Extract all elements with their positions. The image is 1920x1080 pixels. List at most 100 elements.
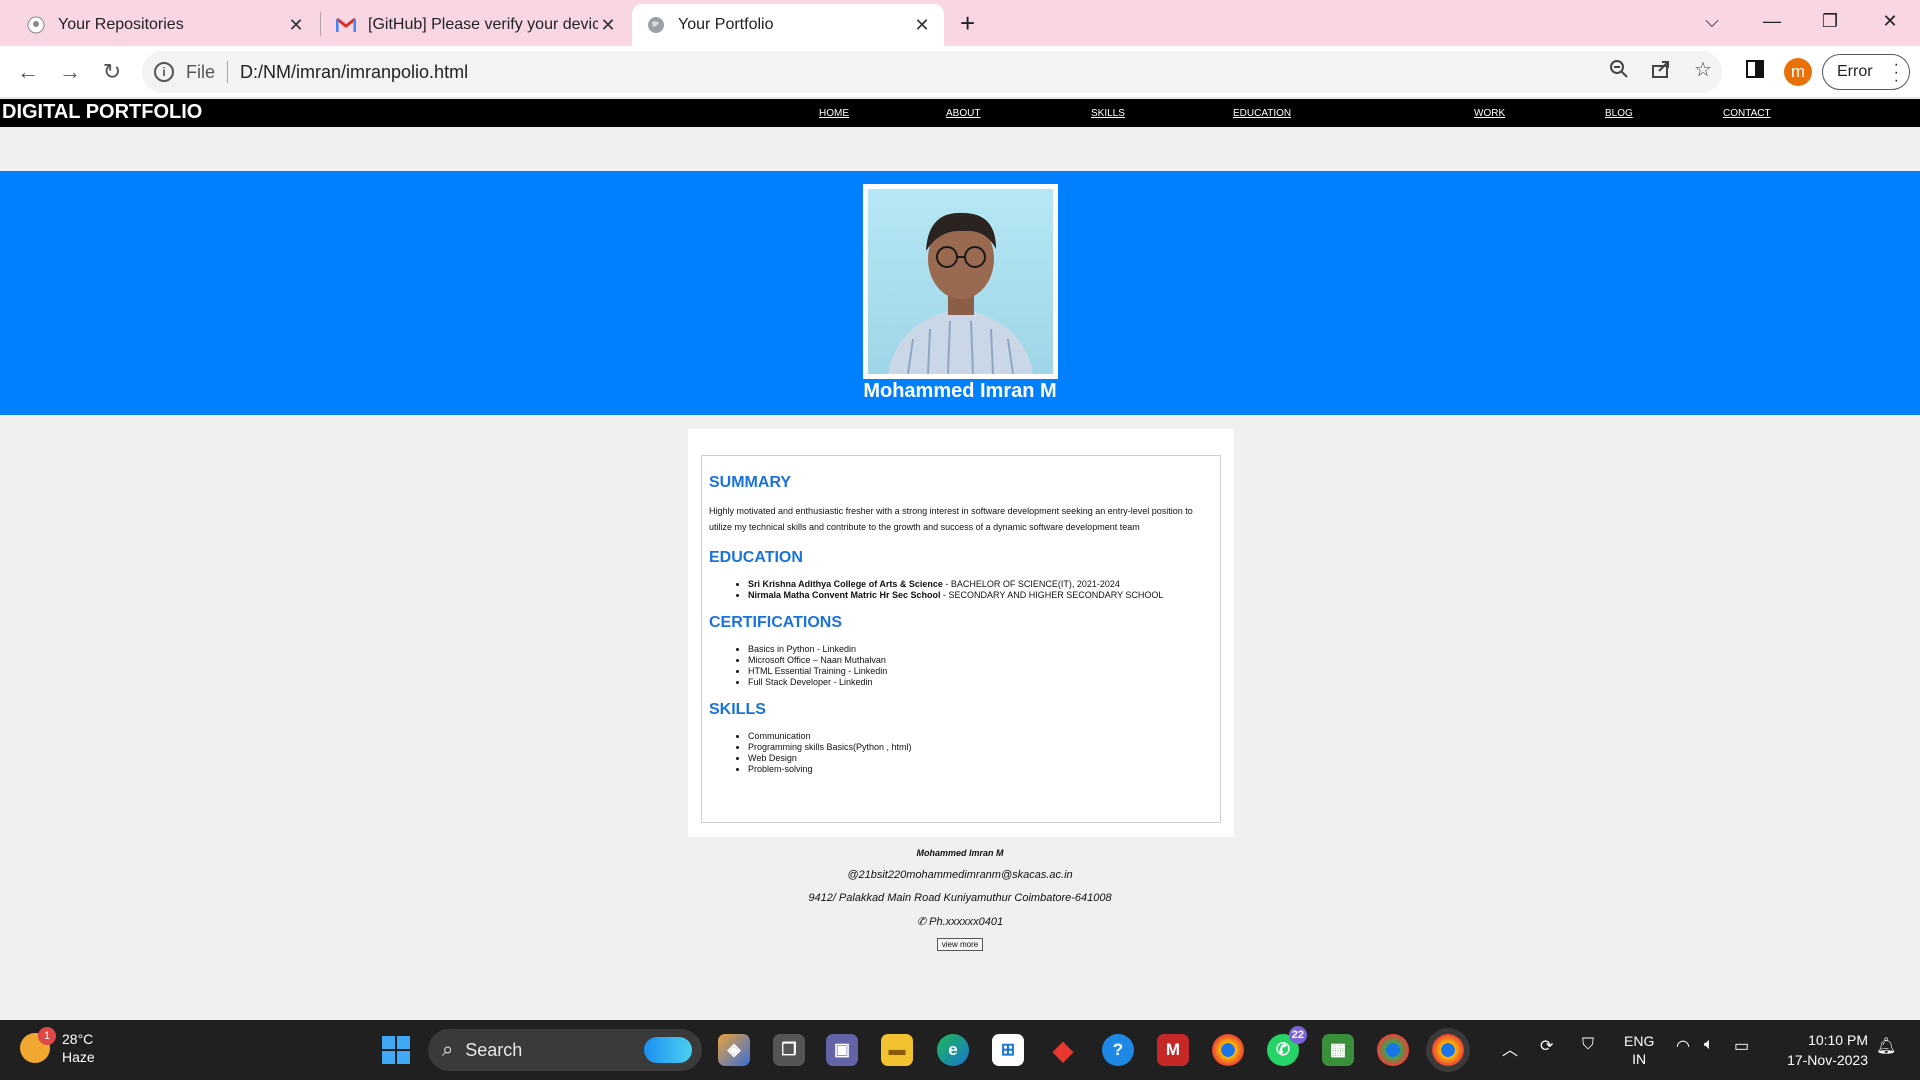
windows-start-icon[interactable]: [382, 1036, 410, 1064]
new-tab-button[interactable]: +: [960, 8, 975, 39]
language-indicator[interactable]: ENG IN: [1624, 1032, 1654, 1068]
file-explorer-icon[interactable]: ▬: [881, 1034, 913, 1066]
search-label: Search: [465, 1039, 523, 1060]
zoom-icon[interactable]: [1606, 56, 1632, 82]
browser-toolbar: ← → ↻ i File D:/NM/imran/imranpolio.html…: [0, 46, 1920, 98]
weather-temperature: 28°C: [62, 1031, 94, 1047]
whatsapp-badge: 22: [1288, 1026, 1307, 1044]
education-school: Nirmala Matha Convent Matric Hr Sec Scho…: [748, 590, 941, 600]
bookmark-star-icon[interactable]: ☆: [1690, 56, 1716, 82]
share-icon[interactable]: [1648, 56, 1674, 82]
weather-sun-icon: 1: [20, 1027, 56, 1063]
back-icon[interactable]: ←: [12, 56, 44, 88]
close-window-icon[interactable]: ✕: [1862, 4, 1918, 38]
minimize-icon[interactable]: —: [1744, 4, 1800, 38]
site-info-icon[interactable]: i: [154, 62, 174, 82]
side-panel-icon[interactable]: [1742, 56, 1768, 82]
restore-icon[interactable]: ❐: [1802, 4, 1858, 38]
reload-icon[interactable]: ↻: [96, 56, 128, 88]
error-button[interactable]: Error · · ·: [1822, 54, 1910, 90]
close-tab-icon[interactable]: ✕: [286, 15, 306, 36]
nav-link-home[interactable]: HOME: [819, 108, 849, 119]
error-label: Error: [1837, 63, 1873, 80]
weather-badge: 1: [38, 1027, 56, 1045]
task-view-icon[interactable]: ❐: [773, 1034, 805, 1066]
profile-photo-frame: [863, 184, 1058, 379]
education-detail: - BACHELOR OF SCIENCE(IT), 2021-2024: [942, 579, 1120, 589]
list-item: Full Stack Developer - Linkedin: [748, 677, 1213, 688]
store-icon[interactable]: ⊞: [992, 1034, 1024, 1066]
tab-search-chevron-icon[interactable]: ⌵: [1684, 4, 1740, 38]
gmail-icon: [336, 15, 356, 35]
battery-icon[interactable]: ▭: [1734, 1036, 1749, 1056]
help-icon[interactable]: ?: [1102, 1034, 1134, 1066]
volume-icon[interactable]: 🔈︎: [1704, 1036, 1714, 1054]
close-tab-icon[interactable]: ✕: [912, 15, 932, 36]
bing-icon: [644, 1037, 692, 1063]
profile-photo: [868, 189, 1053, 374]
summary-heading: SUMMARY: [709, 474, 792, 491]
hero-banner: Mohammed Imran M: [0, 171, 1920, 415]
list-item: Programming skills Basics(Python , html): [748, 742, 1213, 753]
view-more-button[interactable]: view more: [936, 938, 984, 951]
sync-icon[interactable]: ⟳: [1540, 1036, 1553, 1056]
taskbar-search[interactable]: ⌕ Search: [428, 1029, 702, 1071]
profile-avatar[interactable]: m: [1784, 58, 1812, 86]
tab-separator: [320, 12, 321, 36]
hero-name: Mohammed Imran M: [863, 380, 1057, 402]
list-item: HTML Essential Training - Linkedin: [748, 666, 1213, 677]
chrome-profile-icon[interactable]: [1377, 1034, 1409, 1066]
forward-icon[interactable]: →: [54, 56, 86, 88]
nav-link-work[interactable]: WORK: [1474, 108, 1505, 119]
skills-list: Communication Programming skills Basics(…: [748, 731, 1213, 775]
nav-link-contact[interactable]: CONTACT: [1723, 108, 1771, 119]
menu-dots-icon[interactable]: · · ·: [1894, 57, 1899, 89]
footer-address: 9412/ Palakkad Main Road Kuniyamuthur Co…: [808, 892, 1112, 904]
education-detail: - SECONDARY AND HIGHER SECONDARY SCHOOL: [940, 590, 1164, 600]
mcafee-icon[interactable]: M: [1157, 1034, 1189, 1066]
close-tab-icon[interactable]: ✕: [598, 15, 618, 36]
wifi-icon[interactable]: ◠: [1676, 1036, 1690, 1056]
site-nav-bar: DIGITAL PORTFOLIO HOME ABOUT SKILLS EDUC…: [0, 99, 1920, 127]
taskbar-clock[interactable]: 10:10 PM 17-Nov-2023: [1770, 1030, 1868, 1070]
language-code: ENG: [1624, 1033, 1655, 1049]
education-heading: EDUCATION: [709, 549, 803, 566]
weather-widget[interactable]: 1 28°C Haze: [20, 1027, 95, 1066]
github-icon: [26, 15, 46, 35]
nav-link-education[interactable]: EDUCATION: [1233, 108, 1291, 119]
list-item: Web Design: [748, 753, 1213, 764]
whatsapp-icon[interactable]: ✆ 22: [1267, 1026, 1307, 1066]
anydesk-icon[interactable]: ◆: [1047, 1034, 1079, 1066]
chrome-active-icon[interactable]: [1432, 1034, 1464, 1066]
nav-link-blog[interactable]: BLOG: [1605, 108, 1633, 119]
globe-icon: [646, 15, 666, 35]
nav-link-about[interactable]: ABOUT: [946, 108, 980, 119]
tab-your-repositories[interactable]: Your Repositories ✕: [0, 4, 318, 46]
resume-content: SUMMARY Highly motivated and enthusiasti…: [701, 455, 1221, 823]
region-code: IN: [1632, 1051, 1647, 1067]
summary-text: Highly motivated and enthusiastic freshe…: [709, 506, 1193, 532]
widgets-app-icon[interactable]: ◈: [718, 1034, 750, 1066]
address-url[interactable]: D:/NM/imran/imranpolio.html: [240, 62, 468, 83]
nav-link-skills[interactable]: SKILLS: [1091, 108, 1125, 119]
tab-your-portfolio[interactable]: Your Portfolio ✕: [632, 4, 944, 46]
address-scheme: File: [186, 61, 216, 82]
notification-bell-icon[interactable]: 🔔︎: [1876, 1036, 1896, 1056]
address-bar[interactable]: i File D:/NM/imran/imranpolio.html: [142, 51, 1722, 93]
list-item: Nirmala Matha Convent Matric Hr Sec Scho…: [748, 590, 1213, 601]
site-brand: DIGITAL PORTFOLIO: [2, 101, 203, 123]
security-tray-icon[interactable]: ⛉: [1582, 1036, 1594, 1054]
footer-name: Mohammed Imran M: [916, 848, 1004, 858]
footer-phone: ✆ Ph.xxxxxx0401: [916, 916, 1004, 928]
tab-github-verify[interactable]: [GitHub] Please verify your device ✕: [322, 4, 630, 46]
page-footer: Mohammed Imran M @21bsit220mohammedimran…: [0, 848, 1920, 952]
windows-taskbar: 1 28°C Haze ⌕ Search ◈ ❐ ▣ ▬ e ⊞ ◆ ? M ✆…: [0, 1020, 1920, 1080]
search-icon: ⌕: [442, 1038, 454, 1061]
chrome-icon[interactable]: [1212, 1034, 1244, 1066]
weather-description: Haze: [62, 1049, 95, 1065]
teams-icon[interactable]: ▣: [826, 1034, 858, 1066]
image-viewer-icon[interactable]: ▦: [1322, 1034, 1354, 1066]
show-hidden-icons-chevron[interactable]: ︿: [1502, 1036, 1518, 1060]
edge-icon[interactable]: e: [937, 1034, 969, 1066]
education-school: Sri Krishna Adithya College of Arts & Sc…: [748, 579, 943, 589]
